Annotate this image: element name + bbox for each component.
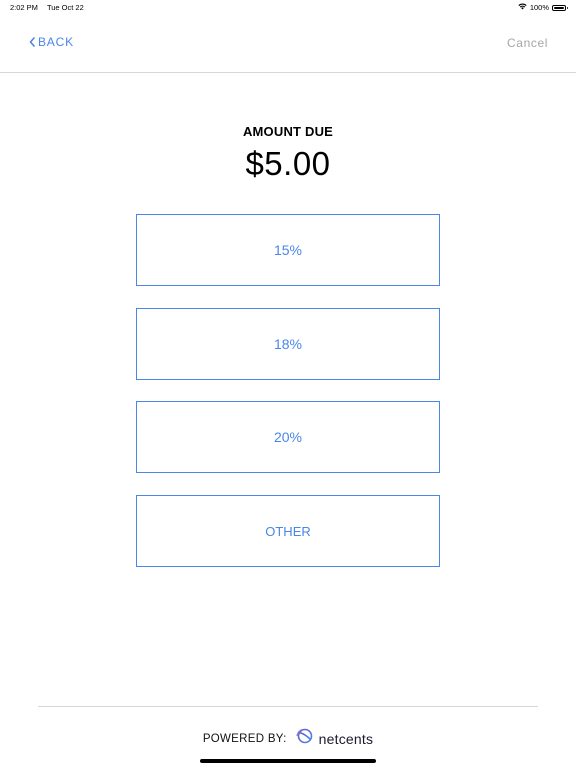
brand-name: netcents bbox=[318, 730, 374, 747]
battery-percent: 100% bbox=[529, 3, 549, 12]
back-button[interactable]: BACK bbox=[29, 35, 74, 49]
brand: netcents bbox=[295, 728, 374, 749]
status-right: 100% bbox=[518, 3, 568, 12]
wifi-icon bbox=[518, 3, 527, 12]
powered-by-label: POWERED BY: bbox=[202, 732, 287, 745]
netcents-logo-icon bbox=[295, 728, 315, 749]
tip-option-15[interactable]: 15% bbox=[136, 214, 440, 286]
status-bar: 2:02 PM Tue Oct 22 100% bbox=[0, 0, 576, 14]
battery-fill bbox=[554, 6, 564, 9]
navigation-bar: BACK Cancel bbox=[0, 14, 576, 73]
tip-option-20[interactable]: 20% bbox=[136, 401, 440, 473]
footer-divider bbox=[38, 706, 538, 707]
status-date: Tue Oct 22 bbox=[46, 3, 84, 12]
amount-due-label: AMOUNT DUE bbox=[242, 124, 334, 139]
home-indicator bbox=[200, 759, 376, 763]
back-label: BACK bbox=[38, 35, 74, 49]
status-left: 2:02 PM Tue Oct 22 bbox=[10, 3, 84, 12]
cancel-button[interactable]: Cancel bbox=[507, 36, 548, 50]
tip-selection-screen: 2:02 PM Tue Oct 22 100% BACK Cancel AMOU… bbox=[0, 0, 576, 768]
status-time: 2:02 PM bbox=[10, 3, 38, 12]
chevron-left-icon bbox=[29, 37, 35, 47]
amount-due-value: $5.00 bbox=[245, 145, 331, 182]
footer: POWERED BY: netcents bbox=[0, 728, 576, 749]
tip-option-18[interactable]: 18% bbox=[136, 308, 440, 380]
tip-option-other[interactable]: OTHER bbox=[136, 495, 440, 567]
battery-icon bbox=[552, 4, 568, 11]
